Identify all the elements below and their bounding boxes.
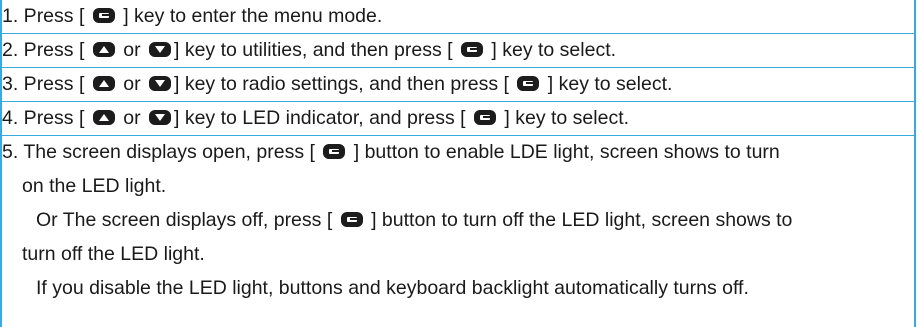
menu-key-icon	[323, 144, 346, 159]
step-number: 5.	[2, 141, 19, 163]
step-text: ] key to LED indicator, and press [	[173, 107, 466, 129]
step-text: ] key to select.	[547, 73, 673, 95]
step-text: Press [	[18, 107, 85, 129]
or-text: or	[123, 107, 141, 129]
up-key-icon	[92, 110, 115, 125]
note-text: If you disable the LED light, buttons an…	[36, 277, 749, 299]
down-key-icon	[148, 42, 171, 57]
step-text: Press [	[18, 73, 85, 95]
step-text: ] key to select.	[504, 107, 630, 129]
step-text: Press [	[18, 5, 85, 27]
note-off: Or The screen displays off, press [ ] bu…	[36, 204, 914, 237]
step-5: 5. The screen displays open, press [ ] b…	[2, 136, 914, 169]
up-key-icon	[92, 42, 115, 57]
step-1: 1. Press [ ] key to enter the menu mode.	[2, 0, 914, 33]
note-text: turn off the LED light.	[22, 243, 205, 265]
step-number: 1.	[2, 5, 19, 27]
instructions-frame: 1. Press [ ] key to enter the menu mode.…	[0, 0, 916, 327]
note-off-continuation: turn off the LED light.	[22, 238, 914, 271]
step-text: on the LED light.	[22, 175, 167, 197]
or-text: or	[123, 73, 141, 95]
step-text: Press [	[18, 39, 85, 61]
step-text: The screen displays open, press [	[18, 141, 315, 163]
step-text: ] key to enter the menu mode.	[123, 5, 383, 27]
or-text: or	[123, 39, 141, 61]
step-2: 2. Press [ or ] key to utilities, and th…	[2, 34, 914, 67]
note-text: ] button to turn off the LED light, scre…	[371, 209, 793, 231]
menu-key-icon	[460, 42, 483, 57]
step-number: 3.	[2, 73, 19, 95]
step-text: ] key to radio settings, and then press …	[173, 73, 509, 95]
step-text: ] key to select.	[491, 39, 617, 61]
menu-key-icon	[340, 212, 363, 227]
menu-key-icon	[517, 76, 540, 91]
note-backlight: If you disable the LED light, buttons an…	[36, 272, 914, 305]
step-3: 3. Press [ or ] key to radio settings, a…	[2, 68, 914, 101]
menu-key-icon	[473, 110, 496, 125]
up-key-icon	[92, 76, 115, 91]
step-text: ] button to enable LDE light, screen sho…	[353, 141, 780, 163]
down-key-icon	[148, 110, 171, 125]
step-number: 4.	[2, 107, 19, 129]
step-text: ] key to utilities, and then press [	[173, 39, 453, 61]
step-number: 2.	[2, 39, 19, 61]
menu-key-icon	[92, 8, 115, 23]
step-5-continuation: on the LED light.	[22, 170, 914, 203]
step-4: 4. Press [ or ] key to LED indicator, an…	[2, 102, 914, 135]
note-text: Or The screen displays off, press [	[36, 209, 333, 231]
down-key-icon	[148, 76, 171, 91]
